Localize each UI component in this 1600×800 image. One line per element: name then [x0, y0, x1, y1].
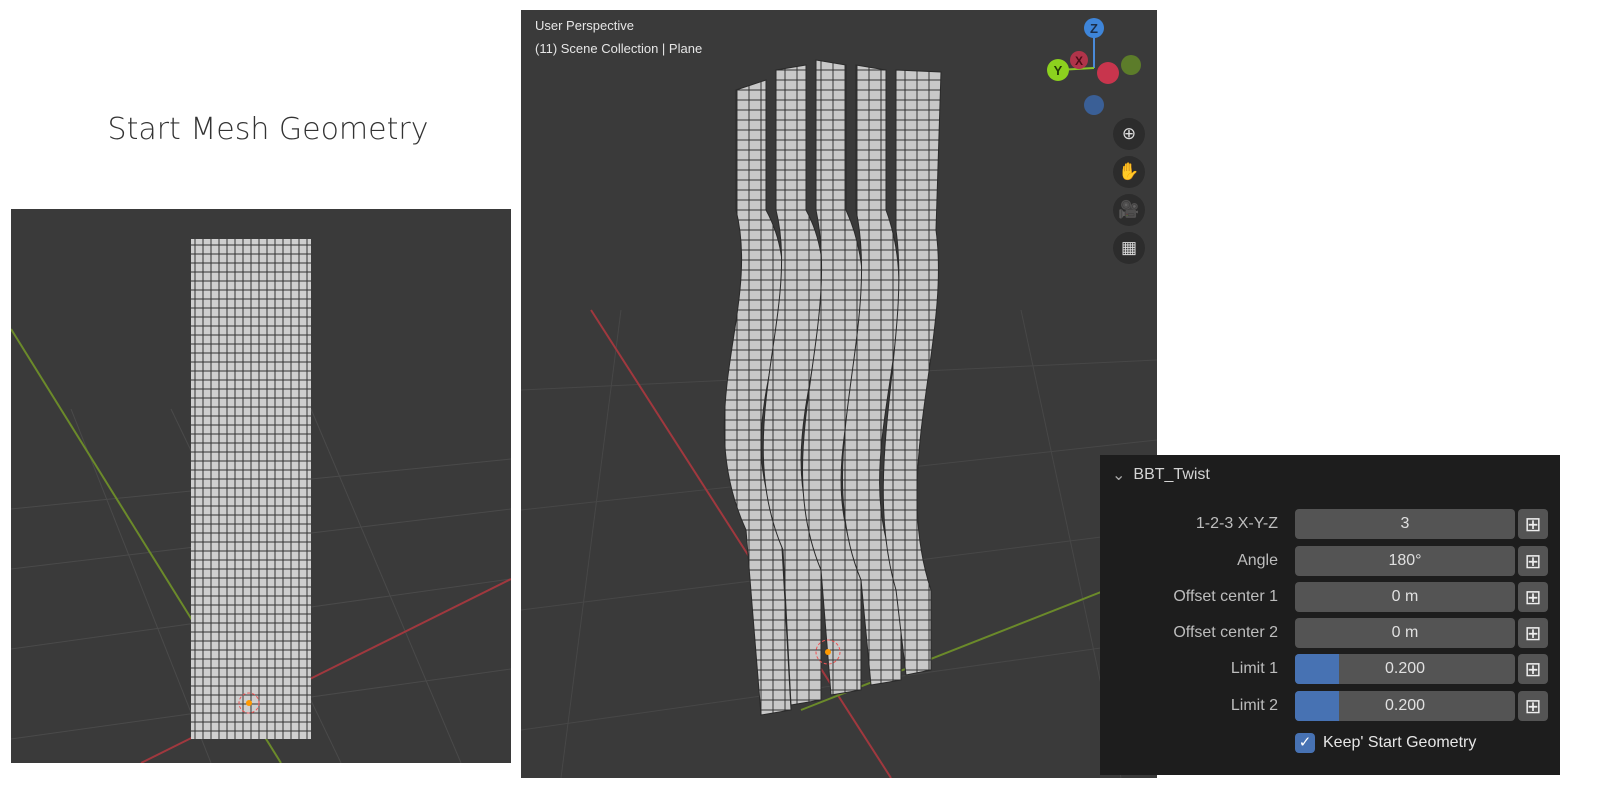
axis-field[interactable]: 3 [1295, 509, 1515, 539]
start-mesh-scene [11, 239, 511, 763]
gizmo-neg-x [1097, 62, 1119, 84]
checkmark-icon: ✓ [1295, 733, 1315, 753]
row-limit-2: Limit 2 0.200 ⊞ [1100, 691, 1560, 721]
zoom-icon[interactable]: ⊕ [1113, 118, 1145, 150]
keyframe-decorator-icon[interactable]: ⊞ [1518, 582, 1548, 612]
page-title: Start Mesh Geometry [107, 112, 429, 147]
limit-2-slider[interactable]: 0.200 [1295, 691, 1515, 721]
hand-pan-icon[interactable]: ✋ [1113, 156, 1145, 188]
navigation-gizmo: Z Y X [1047, 18, 1141, 115]
row-limit-1: Limit 1 0.200 ⊞ [1100, 654, 1560, 684]
gizmo-neg-z [1084, 95, 1104, 115]
tower-mesh [191, 239, 311, 739]
panel-title: BBT_Twist [1133, 466, 1210, 483]
keyframe-decorator-icon[interactable]: ⊞ [1518, 691, 1548, 721]
bbt-twist-panel: ⌄ BBT_Twist 1-2-3 X-Y-Z 3 ⊞ Angle 180° ⊞ Offs… [1100, 455, 1560, 775]
svg-text:Z: Z [1090, 21, 1098, 36]
offset-center-1-field[interactable]: 0 m [1295, 582, 1515, 612]
keyframe-decorator-icon[interactable]: ⊞ [1518, 546, 1548, 576]
chevron-down-icon: ⌄ [1112, 467, 1126, 484]
svg-text:Y: Y [1054, 63, 1063, 78]
camera-icon[interactable]: 🎥 [1113, 194, 1145, 226]
row-axis: 1-2-3 X-Y-Z 3 ⊞ [1100, 509, 1560, 539]
twist-viewport[interactable]: Z Y X User Perspective (11) Scene Collec… [521, 10, 1157, 778]
row-offset-center-2: Offset center 20 m ⊞ [1100, 618, 1560, 648]
angle-field[interactable]: 180° [1295, 546, 1515, 576]
row-angle: Angle 180° ⊞ [1100, 546, 1560, 576]
twisted-mesh-scene: Z Y X [521, 18, 1157, 778]
keep-start-geometry-checkbox[interactable]: ✓ Keep' Start Geometry [1295, 733, 1476, 753]
keyframe-decorator-icon[interactable]: ⊞ [1518, 618, 1548, 648]
keyframe-decorator-icon[interactable]: ⊞ [1518, 654, 1548, 684]
grid-ortho-icon[interactable]: ▦ [1113, 232, 1145, 264]
panel-header[interactable]: ⌄ BBT_Twist [1112, 465, 1210, 485]
collection-label: (11) Scene Collection | Plane [535, 41, 703, 56]
twisted-mesh [723, 59, 942, 716]
view-name: User Perspective [535, 18, 634, 33]
start-mesh-viewport[interactable] [11, 209, 511, 763]
svg-text:X: X [1075, 54, 1083, 68]
keyframe-decorator-icon[interactable]: ⊞ [1518, 509, 1548, 539]
limit-1-slider[interactable]: 0.200 [1295, 654, 1515, 684]
row-offset-center-1: Offset center 10 m ⊞ [1100, 582, 1560, 612]
gizmo-neg-y [1121, 55, 1141, 75]
offset-center-2-field[interactable]: 0 m [1295, 618, 1515, 648]
